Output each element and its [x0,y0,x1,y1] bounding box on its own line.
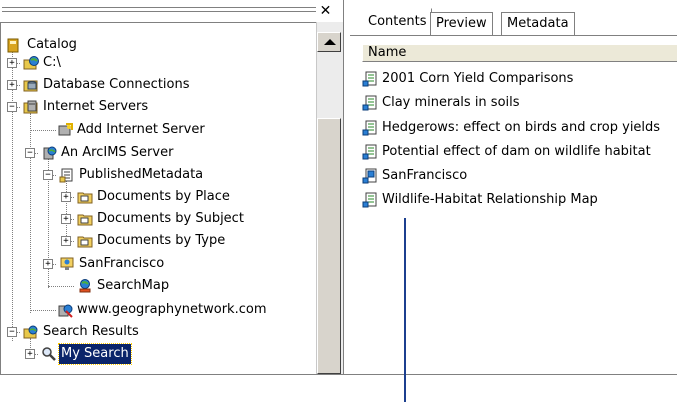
expand-icon[interactable]: + [43,259,53,269]
column-header-name[interactable]: Name [362,44,677,62]
metadata-document-icon [362,71,377,87]
tree-item-label: Documents by Subject [97,211,244,226]
tree-item-label: Search Results [43,324,139,339]
list-item-label: Wildlife-Habitat Relationship Map [382,192,598,207]
collapse-icon[interactable]: − [25,148,35,158]
metadata-service-icon [59,168,73,183]
folder-icon [77,214,93,226]
collapse-icon[interactable]: − [43,170,53,180]
tree-item-label: www.geographynetwork.com [77,302,267,317]
panel-grip[interactable] [2,6,316,16]
close-icon[interactable]: ✕ [318,4,333,18]
tree-item-label: Add Internet Server [77,122,205,137]
map-service-icon [60,257,74,270]
tree-item-label: SanFrancisco [79,256,165,271]
metadata-document-icon [362,192,377,208]
tree-item-label: Internet Servers [43,99,149,114]
tab-contents[interactable]: Contents [362,8,433,36]
arcims-server-icon [43,146,57,160]
tree-item-label: My Search [58,343,132,365]
metadata-document-icon [362,144,377,160]
add-server-icon [58,123,73,136]
scroll-thumb[interactable] [317,118,341,374]
tree-item-label: An ArcIMS Server [61,145,174,160]
callout-pointer-line [404,218,406,402]
collapse-icon[interactable]: − [7,102,17,112]
database-connections-icon [23,80,38,92]
tab-preview[interactable]: Preview [430,12,493,36]
search-map-icon [79,279,91,293]
list-item-label: Clay minerals in soils [382,95,520,110]
server-icon [58,304,73,318]
tree-scrollbar[interactable] [316,22,343,374]
tree-item-label: Catalog [27,37,77,52]
content-panel: Contents Preview Metadata Name 2001 Corn… [350,0,677,374]
catalog-tree: Catalog + C:\ + Database Connections − I… [0,22,316,374]
tree-item-label: C:\ [43,55,61,70]
collapse-icon[interactable]: − [7,327,17,337]
metadata-document-icon [362,95,377,111]
internet-servers-icon [23,100,38,114]
catalog-tree-panel: ✕ Catalog + C:\ + Database Connections −… [0,0,344,374]
expand-icon[interactable]: + [7,58,17,68]
expand-icon[interactable]: + [61,192,71,202]
scroll-up-button[interactable] [317,32,341,52]
expand-icon[interactable]: + [25,349,35,359]
folder-icon [77,236,93,248]
tree-item-label: Documents by Type [97,233,226,248]
expand-icon[interactable]: + [61,236,71,246]
magnifier-icon [42,347,56,361]
map-document-icon [362,168,377,184]
status-divider [0,374,677,375]
search-results-icon [23,325,38,339]
tree-item-label: SearchMap [97,278,170,293]
list-item-label: Potential effect of dam on wildlife habi… [382,144,651,159]
folder-connection-icon [23,56,39,70]
metadata-document-icon [362,120,377,136]
folder-icon [77,192,93,204]
list-item-label: SanFrancisco [382,168,468,183]
list-item-label: Hedgerows: effect on birds and crop yiel… [382,120,661,135]
tree-item-label: Documents by Place [97,189,230,204]
tab-metadata[interactable]: Metadata [501,12,575,36]
list-item-label: 2001 Corn Yield Comparisons [382,71,574,86]
expand-icon[interactable]: + [61,214,71,224]
catalog-icon [7,38,19,53]
tree-item-label: Database Connections [43,77,190,92]
tree-item-label: PublishedMetadata [79,167,204,182]
expand-icon[interactable]: + [7,80,17,90]
